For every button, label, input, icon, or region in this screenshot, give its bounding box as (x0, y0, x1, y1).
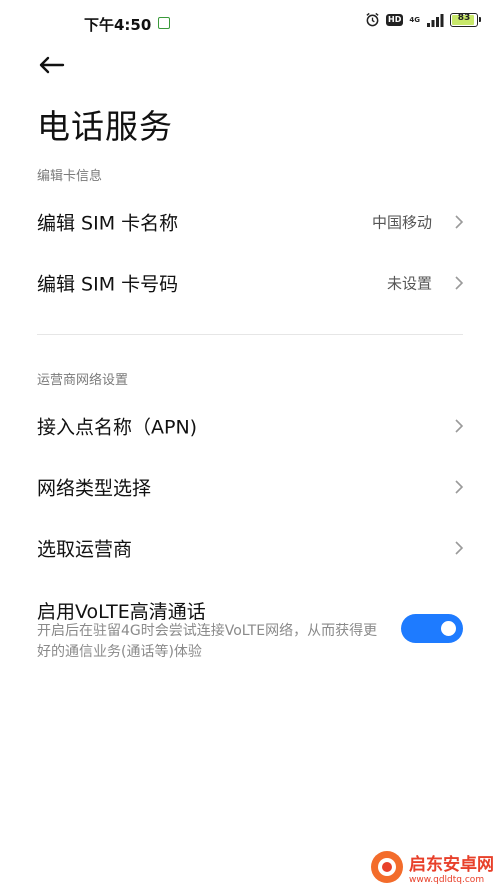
chevron-right-icon (455, 276, 464, 290)
row-label: 编辑 SIM 卡名称 (37, 212, 179, 235)
edit-sim-name-row[interactable]: 编辑 SIM 卡名称 中国移动 (0, 194, 500, 250)
toggle-knob (441, 621, 456, 636)
alarm-icon (366, 12, 379, 27)
status-bar: 下午4:50 HD 4G 83 (0, 0, 500, 44)
row-label: 编辑 SIM 卡号码 (37, 273, 179, 296)
watermark-name: 启东安卓网 (409, 854, 494, 875)
back-arrow-icon (39, 56, 65, 74)
section-header-carrier-network: 运营商网络设置 (37, 373, 129, 388)
network-type: 4G (409, 15, 420, 24)
watermark-url: www.qdldtq.com (409, 874, 485, 885)
section-header-card-info: 编辑卡信息 (37, 169, 103, 184)
page-title: 电话服务 (37, 107, 173, 146)
row-label: 网络类型选择 (37, 477, 152, 500)
battery-icon: 83 (450, 12, 481, 27)
watermark-logo-icon (371, 851, 403, 883)
row-value: 未设置 (386, 274, 432, 293)
notification-icon (158, 17, 170, 29)
hd-badge: HD (386, 13, 404, 26)
chevron-right-icon (455, 419, 464, 433)
divider (37, 334, 463, 335)
row-label: 选取运营商 (37, 538, 133, 561)
volte-toggle[interactable] (401, 614, 463, 643)
row-value: 中国移动 (371, 213, 432, 232)
edit-sim-number-row[interactable]: 编辑 SIM 卡号码 未设置 (0, 255, 500, 311)
chevron-right-icon (455, 480, 464, 494)
network-type-row[interactable]: 网络类型选择 (0, 459, 500, 515)
status-time: 下午4:50 (84, 16, 152, 34)
volte-title: 启用VoLTE高清通话 (37, 601, 206, 623)
row-label: 接入点名称（APN) (37, 416, 198, 439)
volte-description: 开启后在驻留4G时会尝试连接VoLTE网络，从而获得更好的通信业务(通话等)体验 (37, 623, 378, 660)
signal-icon (427, 13, 444, 27)
chevron-right-icon (455, 215, 464, 229)
back-button[interactable] (34, 50, 74, 82)
select-carrier-row[interactable]: 选取运营商 (0, 520, 500, 576)
watermark: 启东安卓网 www.qdldtq.com (369, 849, 494, 885)
chevron-right-icon (455, 541, 464, 555)
apn-row[interactable]: 接入点名称（APN) (0, 398, 500, 454)
status-icons: HD 4G 83 (365, 12, 481, 27)
battery-level: 83 (457, 12, 471, 23)
